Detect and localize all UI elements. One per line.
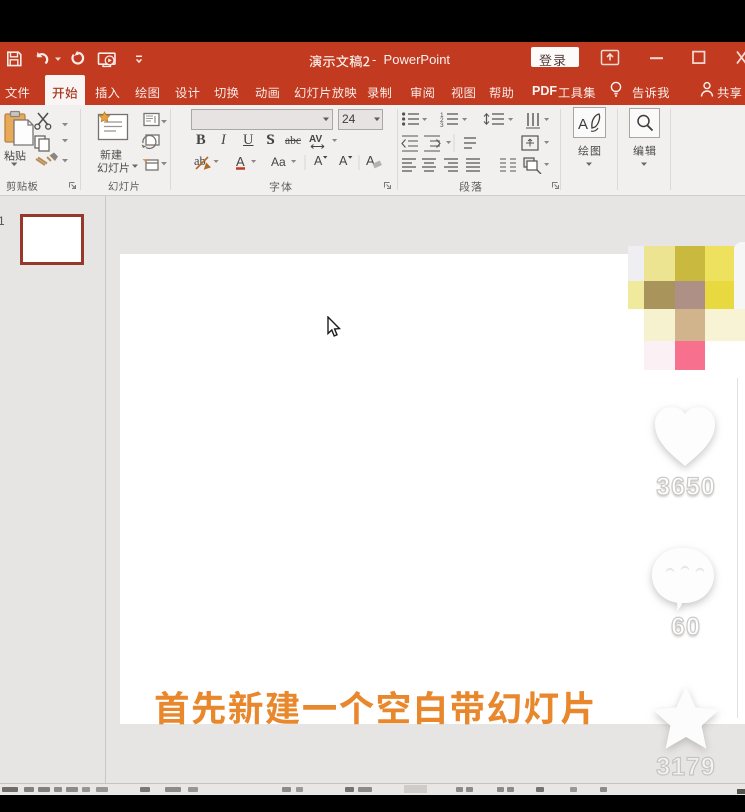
svg-text:Aa: Aa	[271, 155, 286, 169]
svg-text:3: 3	[440, 122, 444, 129]
svg-text:AV: AV	[309, 134, 322, 145]
svg-text:A: A	[339, 154, 348, 168]
svg-text:A: A	[236, 154, 245, 169]
svg-text:A: A	[314, 154, 323, 168]
svg-text:A: A	[578, 116, 588, 133]
